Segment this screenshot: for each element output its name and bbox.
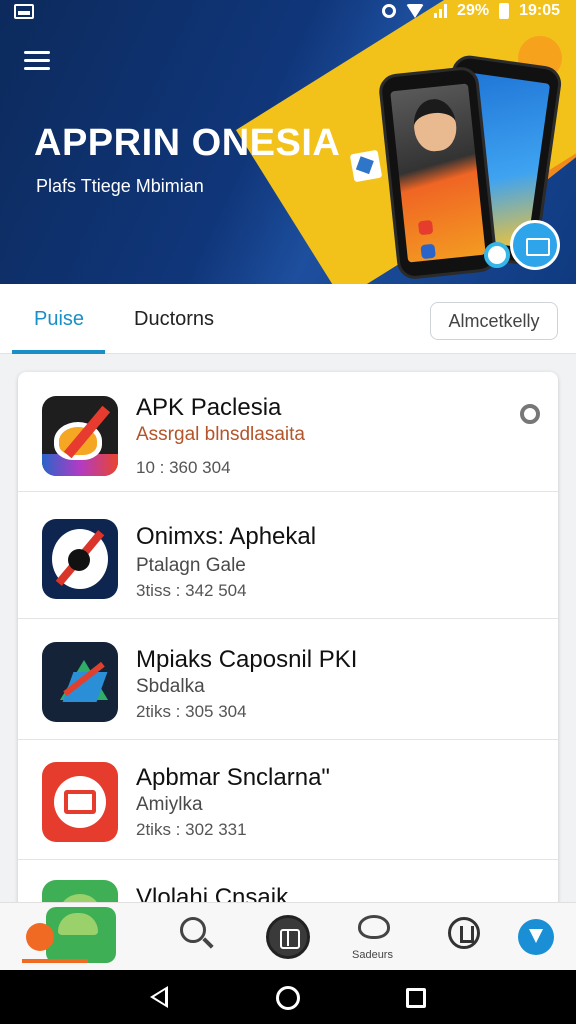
favorites-tab[interactable]: Sadeurs bbox=[352, 903, 394, 971]
app-name: Onimxs: Aphekal bbox=[136, 523, 317, 550]
tab-indicator bbox=[12, 350, 105, 354]
lock-icon[interactable] bbox=[448, 917, 480, 949]
signal-icon bbox=[434, 4, 448, 18]
settings-status-icon bbox=[382, 4, 397, 18]
gear-icon[interactable] bbox=[520, 404, 540, 424]
app-subtitle: Ptalagn Gale bbox=[136, 555, 246, 576]
app-meta: 2tiks : 302 331 bbox=[136, 820, 247, 839]
hero-subtitle: Plafs Ttiege Mbimian bbox=[36, 176, 204, 196]
apk-speedometer-icon bbox=[42, 396, 118, 476]
status-right: 29% 19:05 bbox=[382, 2, 560, 20]
app-logo-icon[interactable] bbox=[20, 907, 120, 967]
app-name: APK Paclesia bbox=[136, 394, 282, 421]
profile-icon[interactable] bbox=[518, 919, 554, 955]
app-subtitle: Amiylka bbox=[136, 794, 203, 815]
filter-button[interactable]: Almcetkelly bbox=[430, 302, 558, 340]
recent-apps-icon[interactable] bbox=[406, 988, 426, 1008]
compass-icon bbox=[42, 519, 118, 599]
system-nav-bar bbox=[0, 970, 576, 1024]
app-name: Mpiaks Caposnil PKI bbox=[136, 646, 358, 673]
tab-ductorns[interactable]: Ductorns bbox=[134, 284, 214, 354]
back-icon[interactable] bbox=[150, 986, 168, 1008]
tab-puise[interactable]: Puise bbox=[34, 284, 84, 354]
list-item[interactable]: APK Paclesia Assrgal blnsdlasaita 10 : 3… bbox=[18, 372, 558, 492]
app-screen: 29% 19:05 APPRIN ONESIA Plafs Ttiege Mbi… bbox=[0, 0, 576, 1024]
bottom-nav: Sadeurs bbox=[0, 902, 576, 970]
chat-bubble-icon bbox=[484, 242, 510, 268]
app-list: APK Paclesia Assrgal blnsdlasaita 10 : 3… bbox=[18, 372, 558, 912]
home-icon[interactable] bbox=[276, 986, 300, 1010]
list-item[interactable]: Mpiaks Caposnil PKI Sbdalka 2tiks : 305 … bbox=[18, 620, 558, 740]
wifi-icon bbox=[406, 4, 425, 18]
status-bar: 29% 19:05 bbox=[0, 0, 576, 26]
home-center-icon[interactable] bbox=[266, 915, 310, 959]
app-meta: 3tiss : 342 504 bbox=[136, 581, 247, 600]
hero-title: APPRIN ONESIA bbox=[34, 122, 341, 164]
list-item[interactable]: Onimxs: Aphekal Ptalagn Gale 3tiss : 342… bbox=[18, 499, 558, 619]
clock: 19:05 bbox=[519, 2, 560, 19]
app-subtitle: Sbdalka bbox=[136, 676, 205, 697]
tv-icon bbox=[42, 762, 118, 842]
app-meta: 2tiks : 305 304 bbox=[136, 702, 247, 721]
app-subtitle: Assrgal blnsdlasaita bbox=[136, 424, 305, 445]
play-triangle-icon bbox=[42, 642, 118, 722]
list-item[interactable]: Apbmar Snclarna" Amiylka 2tiks : 302 331 bbox=[18, 740, 558, 860]
message-bubble-icon bbox=[510, 220, 560, 270]
app-name: Apbmar Snclarna" bbox=[136, 764, 330, 791]
app-meta: 10 : 360 304 bbox=[136, 458, 231, 477]
heart-icon bbox=[358, 915, 390, 939]
hero-banner[interactable]: 29% 19:05 APPRIN ONESIA Plafs Ttiege Mbi… bbox=[0, 0, 576, 284]
hamburger-menu-icon[interactable] bbox=[24, 51, 50, 71]
hero-sticker-icon bbox=[349, 149, 383, 183]
battery-percent: 29% bbox=[457, 2, 490, 19]
hero-phone-front bbox=[377, 65, 499, 281]
notification-icon bbox=[14, 4, 34, 19]
favorites-label: Sadeurs bbox=[352, 949, 393, 961]
person-avatar bbox=[411, 97, 459, 154]
battery-icon bbox=[499, 3, 510, 19]
